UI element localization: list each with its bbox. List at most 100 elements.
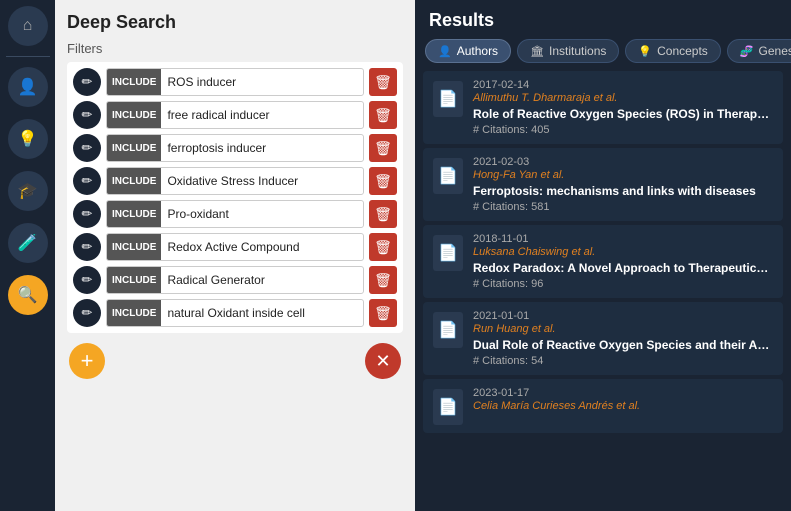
result-date-2: 2018-11-01 — [473, 233, 773, 245]
doc-icon-3: 📄 — [433, 312, 463, 348]
filter-row-6: ✏ INCLUDE Radical Generator 🗑 — [73, 266, 397, 294]
filter-text-4: Pro-oxidant — [161, 207, 363, 221]
filter-badge-5: INCLUDE — [107, 234, 161, 260]
flask-icon[interactable]: 🧪 — [8, 223, 48, 263]
result-citations-2: # Citations: 96 — [473, 278, 773, 290]
result-date-3: 2021-01-01 — [473, 310, 773, 322]
filter-input-6: INCLUDE Radical Generator — [106, 266, 364, 294]
result-authors-4: Celia María Curieses Andrés et al. — [473, 400, 773, 412]
result-item-0[interactable]: 📄 2017-02-14 Allimuthu T. Dharmaraja et … — [423, 71, 783, 144]
result-citations-0: # Citations: 405 — [473, 124, 773, 136]
result-authors-2: Luksana Chaiswing et al. — [473, 246, 773, 258]
filter-row-3: ✏ INCLUDE Oxidative Stress Inducer 🗑 — [73, 167, 397, 195]
genes-tab-icon: 🧬 — [740, 45, 754, 58]
add-filter-button[interactable]: + — [69, 343, 105, 379]
filter-input-5: INCLUDE Redox Active Compound — [106, 233, 364, 261]
filter-row-1: ✏ INCLUDE free radical inducer 🗑 — [73, 101, 397, 129]
filter-edit-btn-2[interactable]: ✏ — [73, 134, 101, 162]
filter-badge-3: INCLUDE — [107, 168, 161, 194]
filter-input-1: INCLUDE free radical inducer — [106, 101, 364, 129]
concepts-tab-icon: 💡 — [638, 45, 652, 58]
tab-authors[interactable]: 👤 Authors — [425, 39, 511, 63]
home-icon[interactable]: ⌂ — [8, 6, 48, 46]
filter-row-5: ✏ INCLUDE Redox Active Compound 🗑 — [73, 233, 397, 261]
result-title-3: Dual Role of Reactive Oxygen Species and… — [473, 338, 773, 352]
doc-icon-4: 📄 — [433, 389, 463, 425]
user-icon[interactable]: 👤 — [8, 67, 48, 107]
result-item-2[interactable]: 📄 2018-11-01 Luksana Chaiswing et al. Re… — [423, 225, 783, 298]
filter-list: ✏ INCLUDE ROS inducer 🗑 ✏ INCLUDE free r… — [67, 62, 403, 333]
filter-text-0: ROS inducer — [161, 75, 363, 89]
filter-delete-btn-5[interactable]: 🗑 — [369, 233, 397, 261]
tab-authors-label: Authors — [457, 44, 498, 58]
filter-edit-btn-0[interactable]: ✏ — [73, 68, 101, 96]
filter-edit-btn-4[interactable]: ✏ — [73, 200, 101, 228]
filter-text-5: Redox Active Compound — [161, 240, 363, 254]
search-icon[interactable]: 🔍 — [8, 275, 48, 315]
filter-input-7: INCLUDE natural Oxidant inside cell — [106, 299, 364, 327]
filter-delete-btn-2[interactable]: 🗑 — [369, 134, 397, 162]
doc-icon-0: 📄 — [433, 81, 463, 117]
filter-text-2: ferroptosis inducer — [161, 141, 363, 155]
filter-text-1: free radical inducer — [161, 108, 363, 122]
doc-icon-1: 📄 — [433, 158, 463, 194]
result-date-4: 2023-01-17 — [473, 387, 773, 399]
panel-footer: + ✕ — [67, 343, 403, 379]
result-item-3[interactable]: 📄 2021-01-01 Run Huang et al. Dual Role … — [423, 302, 783, 375]
tab-genes[interactable]: 🧬 Genes — [727, 39, 791, 63]
result-content-4: 2023-01-17 Celia María Curieses Andrés e… — [473, 387, 773, 415]
authors-tab-icon: 👤 — [438, 45, 452, 58]
result-authors-0: Allimuthu T. Dharmaraja et al. — [473, 92, 773, 104]
result-content-3: 2021-01-01 Run Huang et al. Dual Role of… — [473, 310, 773, 367]
filter-delete-btn-4[interactable]: 🗑 — [369, 200, 397, 228]
tab-institutions-label: Institutions — [549, 44, 606, 58]
filter-delete-btn-3[interactable]: 🗑 — [369, 167, 397, 195]
tab-genes-label: Genes — [759, 44, 791, 58]
filter-edit-btn-5[interactable]: ✏ — [73, 233, 101, 261]
result-content-0: 2017-02-14 Allimuthu T. Dharmaraja et al… — [473, 79, 773, 136]
tab-concepts[interactable]: 💡 Concepts — [625, 39, 720, 63]
filter-edit-btn-3[interactable]: ✏ — [73, 167, 101, 195]
result-item-4[interactable]: 📄 2023-01-17 Celia María Curieses Andrés… — [423, 379, 783, 433]
filter-text-6: Radical Generator — [161, 273, 363, 287]
filter-input-4: INCLUDE Pro-oxidant — [106, 200, 364, 228]
result-citations-3: # Citations: 54 — [473, 355, 773, 367]
results-list: 📄 2017-02-14 Allimuthu T. Dharmaraja et … — [415, 71, 791, 511]
filter-edit-btn-6[interactable]: ✏ — [73, 266, 101, 294]
clear-filters-button[interactable]: ✕ — [365, 343, 401, 379]
filter-row-7: ✏ INCLUDE natural Oxidant inside cell 🗑 — [73, 299, 397, 327]
panel-title: Deep Search — [67, 12, 403, 33]
result-item-1[interactable]: 📄 2021-02-03 Hong-Fa Yan et al. Ferropto… — [423, 148, 783, 221]
filter-delete-btn-6[interactable]: 🗑 — [369, 266, 397, 294]
results-title: Results — [415, 0, 791, 31]
filter-delete-btn-7[interactable]: 🗑 — [369, 299, 397, 327]
filter-text-7: natural Oxidant inside cell — [161, 306, 363, 320]
filter-edit-btn-1[interactable]: ✏ — [73, 101, 101, 129]
result-authors-1: Hong-Fa Yan et al. — [473, 169, 773, 181]
filter-badge-2: INCLUDE — [107, 135, 161, 161]
sidebar: ⌂ 👤 💡 🎓 🧪 🔍 — [0, 0, 55, 511]
filter-row-4: ✏ INCLUDE Pro-oxidant 🗑 — [73, 200, 397, 228]
filter-row-0: ✏ INCLUDE ROS inducer 🗑 — [73, 68, 397, 96]
graduation-icon[interactable]: 🎓 — [8, 171, 48, 211]
filter-text-3: Oxidative Stress Inducer — [161, 174, 363, 188]
filter-row-2: ✏ INCLUDE ferroptosis inducer 🗑 — [73, 134, 397, 162]
filter-delete-btn-1[interactable]: 🗑 — [369, 101, 397, 129]
tab-institutions[interactable]: 🏛 Institutions — [517, 39, 619, 63]
result-content-2: 2018-11-01 Luksana Chaiswing et al. Redo… — [473, 233, 773, 290]
result-citations-1: # Citations: 581 — [473, 201, 773, 213]
result-authors-3: Run Huang et al. — [473, 323, 773, 335]
filter-delete-btn-0[interactable]: 🗑 — [369, 68, 397, 96]
results-tabs: 👤 Authors 🏛 Institutions 💡 Concepts 🧬 Ge… — [415, 31, 791, 71]
doc-icon-2: 📄 — [433, 235, 463, 271]
result-date-1: 2021-02-03 — [473, 156, 773, 168]
bulb-icon[interactable]: 💡 — [8, 119, 48, 159]
result-date-0: 2017-02-14 — [473, 79, 773, 91]
sidebar-divider — [6, 56, 50, 57]
institutions-tab-icon: 🏛 — [530, 45, 544, 58]
filter-edit-btn-7[interactable]: ✏ — [73, 299, 101, 327]
filter-badge-6: INCLUDE — [107, 267, 161, 293]
filter-input-0: INCLUDE ROS inducer — [106, 68, 364, 96]
results-panel: Results 👤 Authors 🏛 Institutions 💡 Conce… — [415, 0, 791, 511]
filter-badge-1: INCLUDE — [107, 102, 161, 128]
